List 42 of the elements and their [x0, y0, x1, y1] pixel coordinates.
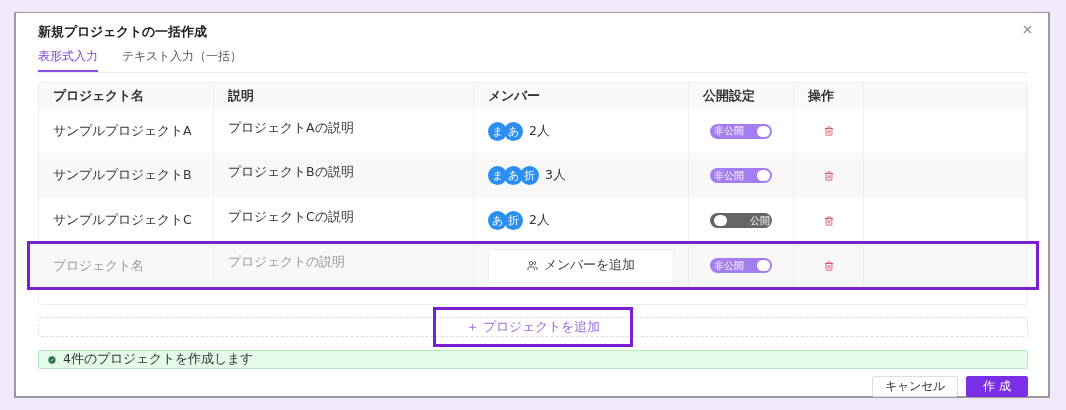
project-name: サンプルプロジェクトC — [53, 212, 192, 229]
delete-icon[interactable] — [823, 260, 834, 271]
member-avatar: 折 — [520, 166, 539, 185]
column-header: 公開設定 — [703, 87, 755, 105]
column-header: 操作 — [808, 87, 834, 105]
tab[interactable]: テキスト入力（一括） — [122, 45, 242, 72]
cancel-button[interactable]: キャンセル — [872, 376, 959, 397]
column-header: メンバー — [488, 87, 540, 105]
member-avatar: あ — [488, 211, 507, 230]
add-project-button[interactable]: ＋ プロジェクトを追加 — [433, 307, 633, 347]
visibility-toggle[interactable]: 非公開 — [710, 258, 772, 273]
member-avatar: ま — [488, 166, 507, 185]
project-name: サンプルプロジェクトA — [53, 122, 192, 140]
member-avatar: あ — [504, 121, 523, 141]
project-name: サンプルプロジェクトB — [53, 167, 192, 184]
member-count: 2人 — [529, 122, 550, 140]
create-button[interactable]: 作 成 — [966, 376, 1028, 397]
visibility-toggle[interactable]: 非公開 — [710, 168, 772, 183]
delete-icon[interactable] — [823, 126, 834, 136]
project-description: プロジェクトBの説明 — [228, 164, 354, 181]
member-avatar: ま — [488, 121, 507, 141]
tab[interactable]: 表形式入力 — [38, 45, 98, 72]
visibility-toggle[interactable]: 公開 — [710, 213, 772, 228]
description-input[interactable]: プロジェクトの説明 — [228, 254, 459, 269]
project-name-input[interactable]: プロジェクト名 — [53, 258, 199, 273]
delete-icon[interactable] — [823, 215, 834, 226]
project-description: プロジェクトCの説明 — [228, 209, 354, 226]
notice-text: 4件のプロジェクトを作成します — [63, 351, 253, 368]
member-count: 2人 — [529, 212, 550, 229]
dialog-title: 新規プロジェクトの一括作成 — [38, 23, 207, 41]
column-header: 説明 — [228, 87, 254, 105]
delete-icon[interactable] — [823, 170, 834, 181]
column-header: プロジェクト名 — [53, 87, 144, 105]
add-member-button[interactable]: メンバーを追加 — [488, 248, 674, 283]
visibility-toggle[interactable]: 非公開 — [710, 123, 772, 139]
member-avatar: あ — [504, 166, 523, 185]
close-button[interactable] — [1021, 23, 1034, 36]
member-avatar: 折 — [504, 211, 523, 230]
check-icon — [47, 354, 57, 365]
member-count: 3人 — [545, 167, 566, 184]
project-description: プロジェクトAの説明 — [228, 120, 354, 137]
user-icon — [527, 260, 538, 271]
